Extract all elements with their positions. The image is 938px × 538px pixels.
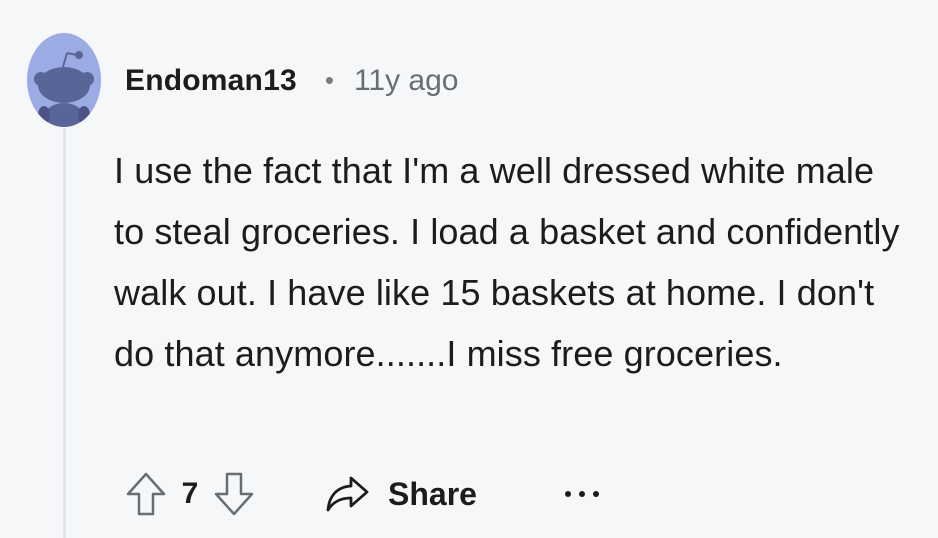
username-link[interactable]: Endoman13 [125,64,297,98]
more-horizontal-icon [592,491,599,497]
share-arrow-icon [326,476,369,512]
share-button[interactable]: Share [324,474,477,514]
arrow-down-icon [214,472,254,516]
vote-score: 7 [181,477,199,510]
share-label: Share [388,475,477,512]
comment-body: I use the fact that I'm a well dressed w… [114,150,900,374]
thread-line[interactable] [63,128,66,538]
action-bar: 7 Share [124,470,599,518]
upvote-button[interactable] [124,470,168,518]
more-horizontal-icon [564,491,571,497]
comment: Endoman13 • 11y ago I use the fact that … [0,0,938,538]
more-horizontal-icon [578,491,585,497]
comment-header: Endoman13 • 11y ago [125,58,458,104]
more-options-button[interactable] [564,484,599,504]
meta-separator: • [324,64,334,95]
avatar[interactable] [27,33,101,127]
timestamp[interactable]: 11y ago [354,64,459,98]
snoo-avatar-icon [34,51,94,127]
downvote-button[interactable] [212,470,256,518]
arrow-up-icon [126,472,166,516]
